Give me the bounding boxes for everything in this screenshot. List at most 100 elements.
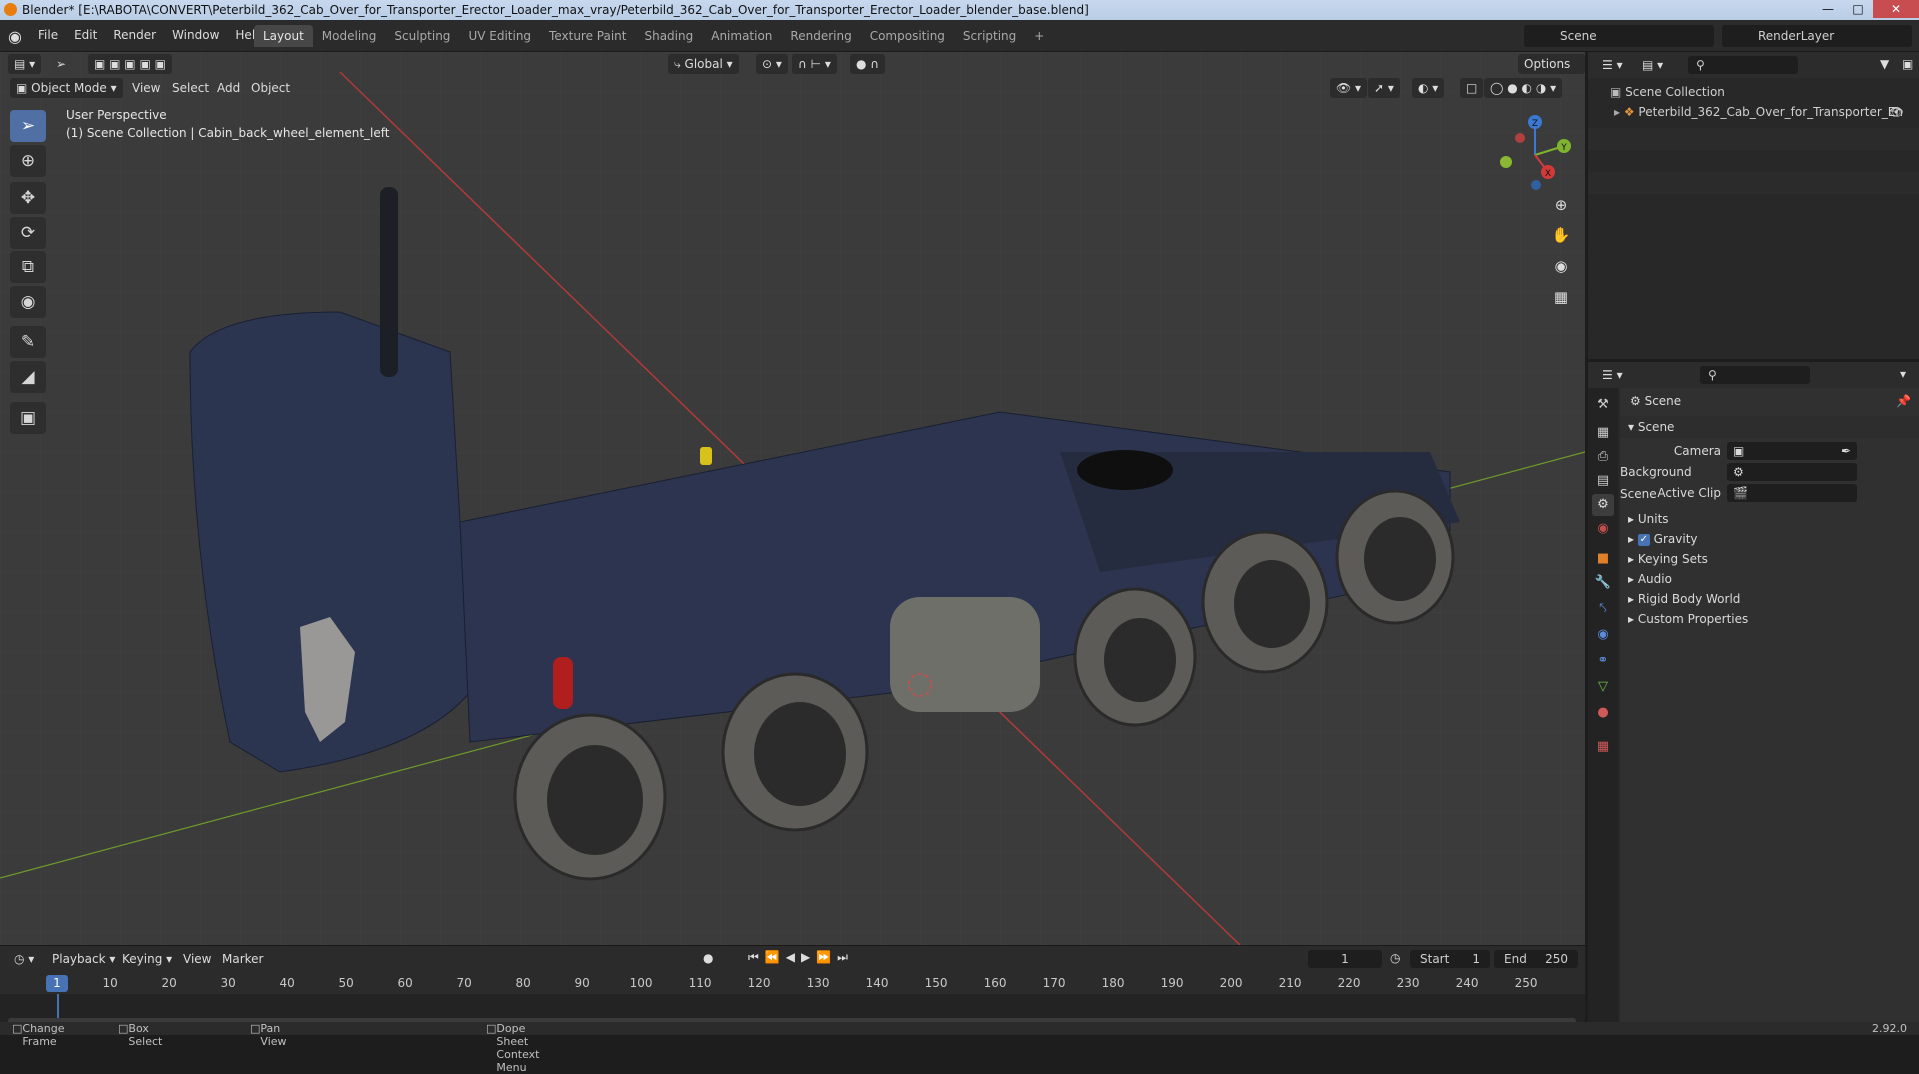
eyedropper-icon[interactable]: ✒ xyxy=(1841,442,1851,460)
renderlayer-selector[interactable]: RenderLayer xyxy=(1722,25,1912,47)
add-workspace-button[interactable]: + xyxy=(1025,25,1053,47)
scale-tool-icon[interactable]: ⧉ xyxy=(10,251,46,283)
playhead-frame-indicator[interactable]: 1 xyxy=(46,975,68,992)
tab-shading[interactable]: Shading xyxy=(635,25,702,47)
orientation-dropdown[interactable]: ⤷ Global ▾ xyxy=(668,54,739,74)
add-cube-tool-icon[interactable]: ▣ xyxy=(10,402,46,434)
gravity-checkbox[interactable]: ✓ xyxy=(1637,533,1650,546)
blender-menu-icon[interactable]: ◉ xyxy=(8,28,26,46)
tool-tab-icon[interactable]: ⚒ xyxy=(1592,394,1614,416)
gizmo-toggle[interactable]: ➚ ▾ xyxy=(1368,78,1400,98)
background-scene-field[interactable]: ⚙ xyxy=(1727,463,1857,481)
tab-modeling[interactable]: Modeling xyxy=(313,25,386,47)
menu-object[interactable]: Object xyxy=(251,81,290,95)
outliner-scene-collection[interactable]: ▣ Scene Collection xyxy=(1610,85,1725,99)
menu-marker[interactable]: Marker xyxy=(222,952,263,966)
tab-sculpting[interactable]: Sculpting xyxy=(385,25,459,47)
expand-arrow-icon[interactable]: ▸ xyxy=(1614,105,1624,119)
tab-texture-paint[interactable]: Texture Paint xyxy=(540,25,635,47)
camera-view-icon[interactable]: ◉ xyxy=(1548,253,1574,279)
select-mode-buttons[interactable]: ▣ ▣ ▣ ▣ ▣ xyxy=(88,54,172,74)
tab-rendering[interactable]: Rendering xyxy=(781,25,860,47)
outliner-search-input[interactable]: ⚲ xyxy=(1688,56,1798,74)
maximize-button[interactable]: □ xyxy=(1843,0,1873,18)
current-frame-field[interactable]: 1 xyxy=(1308,950,1382,968)
modifier-tab-icon[interactable]: 🔧 xyxy=(1592,572,1614,594)
end-frame-field[interactable]: End 250 xyxy=(1494,950,1578,968)
menu-view[interactable]: View xyxy=(132,81,160,95)
timeline-ruler[interactable]: 1 10 20 30 40 50 60 70 80 90 100 110 120 130 140 150 16… xyxy=(0,972,1585,994)
annotate-tool-icon[interactable]: ✎ xyxy=(10,326,46,358)
zoom-icon[interactable]: ⊕ xyxy=(1548,192,1574,218)
physics-tab-icon[interactable]: ◉ xyxy=(1592,624,1614,646)
select-box-tool-icon[interactable]: ➢ xyxy=(10,110,46,142)
menu-keying[interactable]: Keying ▾ xyxy=(122,952,172,966)
active-clip-field[interactable]: 🎬 xyxy=(1727,484,1857,502)
menu-edit[interactable]: Edit xyxy=(66,28,105,42)
snap-toggle[interactable]: ∩ ⊢ ▾ xyxy=(792,54,837,74)
object-tab-icon[interactable]: ■ xyxy=(1592,548,1614,570)
new-collection-icon[interactable]: ▣ xyxy=(1902,57,1913,71)
tab-animation[interactable]: Animation xyxy=(702,25,781,47)
data-tab-icon[interactable]: ▽ xyxy=(1592,676,1614,698)
transform-tool-icon[interactable]: ◉ xyxy=(10,286,46,318)
panel-rigid-body-world[interactable]: ▸ Rigid Body World xyxy=(1620,588,1919,610)
particles-tab-icon[interactable]: ⤣ xyxy=(1592,598,1614,620)
world-tab-icon[interactable]: ◉ xyxy=(1592,518,1614,540)
measure-tool-icon[interactable]: ◢ xyxy=(10,361,46,393)
properties-options-icon[interactable]: ▾ xyxy=(1900,367,1906,381)
constraints-tab-icon[interactable]: ⚭ xyxy=(1592,650,1614,672)
pivot-dropdown[interactable]: ⊙ ▾ xyxy=(756,54,788,74)
visibility-dropdown[interactable]: 👁 ▾ xyxy=(1330,78,1368,98)
panel-units[interactable]: ▸ Units xyxy=(1620,508,1919,530)
menu-add[interactable]: Add xyxy=(217,81,240,95)
view-layer-tab-icon[interactable]: ▤ xyxy=(1592,470,1614,492)
texture-tab-icon[interactable]: ▦ xyxy=(1592,736,1614,758)
pin-icon[interactable]: 📌 xyxy=(1896,390,1911,412)
rotate-tool-icon[interactable]: ⟳ xyxy=(10,217,46,249)
menu-render[interactable]: Render xyxy=(105,28,164,42)
menu-timeline-view[interactable]: View xyxy=(183,952,211,966)
properties-editor-type[interactable]: ☰ ▾ xyxy=(1596,365,1629,385)
outliner-item-truck[interactable]: ▸ ❖ Peterbild_362_Cab_Over_for_Transport… xyxy=(1614,105,1914,119)
panel-audio[interactable]: ▸ Audio xyxy=(1620,568,1919,590)
tab-layout[interactable]: Layout xyxy=(254,25,313,47)
3d-viewport[interactable]: ▤ ▾ ➢ ▣ ▣ ▣ ▣ ▣ ⤷ Global ▾ ⊙ ▾ ∩ ⊢ ▾ ● ∩… xyxy=(0,52,1585,945)
panel-keying-sets[interactable]: ▸ Keying Sets xyxy=(1620,548,1919,570)
panel-gravity[interactable]: ▸ ✓ Gravity xyxy=(1620,528,1919,550)
camera-field[interactable]: ▣ ✒ xyxy=(1727,442,1857,460)
render-tab-icon[interactable]: ▦ xyxy=(1592,422,1614,444)
shading-modes[interactable]: ◯ ● ◐ ◑ ▾ xyxy=(1484,78,1563,98)
record-icon[interactable]: ● xyxy=(703,951,713,965)
properties-search-input[interactable]: ⚲ xyxy=(1700,366,1810,384)
panel-custom-properties[interactable]: ▸ Custom Properties xyxy=(1620,608,1919,630)
timeline-editor[interactable]: ◷ ▾ Playback ▾ Keying ▾ View Marker ● ⏮⏪… xyxy=(0,945,1585,1026)
clock-icon[interactable]: ◷ xyxy=(1390,951,1400,965)
display-mode-dropdown[interactable]: ▤ ▾ xyxy=(1636,55,1670,75)
filter-icon[interactable]: ▼ xyxy=(1880,57,1889,71)
tab-compositing[interactable]: Compositing xyxy=(861,25,954,47)
mode-dropdown[interactable]: ▣ Object Mode ▾ xyxy=(10,78,123,98)
menu-playback[interactable]: Playback ▾ xyxy=(52,952,115,966)
visibility-eye-icon[interactable]: 👁 xyxy=(1889,105,1904,119)
xray-toggle[interactable]: □ xyxy=(1460,78,1484,98)
outliner-editor-type[interactable]: ☰ ▾ xyxy=(1596,55,1629,75)
output-tab-icon[interactable]: ⎙ xyxy=(1592,446,1614,468)
pan-hand-icon[interactable]: ✋ xyxy=(1548,222,1574,248)
timeline-editor-type[interactable]: ◷ ▾ xyxy=(8,949,41,969)
properties-panel[interactable]: ☰ ▾ ⚲ ▾ ⚒ ▦ ⎙ ▤ ⚙ ◉ ■ 🔧 ⤣ ◉ ⚭ ▽ ● ▦ ⚙ Sc… xyxy=(1588,362,1919,1022)
perspective-grid-icon[interactable]: ▦ xyxy=(1548,284,1574,310)
scene-section-header[interactable]: ▾ Scene xyxy=(1620,416,1919,438)
tab-scripting[interactable]: Scripting xyxy=(954,25,1025,47)
material-tab-icon[interactable]: ● xyxy=(1592,702,1614,724)
playback-controls[interactable]: ⏮⏪◀▶⏩⏭ xyxy=(748,950,854,965)
navigation-gizmo[interactable]: Z Y X xyxy=(1490,110,1580,200)
cursor-tool-icon[interactable]: ⊕ xyxy=(10,145,46,177)
outliner-panel[interactable]: ☰ ▾ ▤ ▾ ⚲ ▼ ▣ ▣ Scene Collection ▸ ❖ Pet… xyxy=(1588,52,1919,359)
tab-uv-editing[interactable]: UV Editing xyxy=(459,25,540,47)
close-window-button[interactable]: ✕ xyxy=(1873,0,1919,18)
scene-selector[interactable]: Scene xyxy=(1524,25,1714,47)
minimize-button[interactable]: — xyxy=(1813,0,1843,18)
start-frame-field[interactable]: Start 1 xyxy=(1410,950,1490,968)
select-tool-button[interactable]: ➢ xyxy=(50,54,73,74)
